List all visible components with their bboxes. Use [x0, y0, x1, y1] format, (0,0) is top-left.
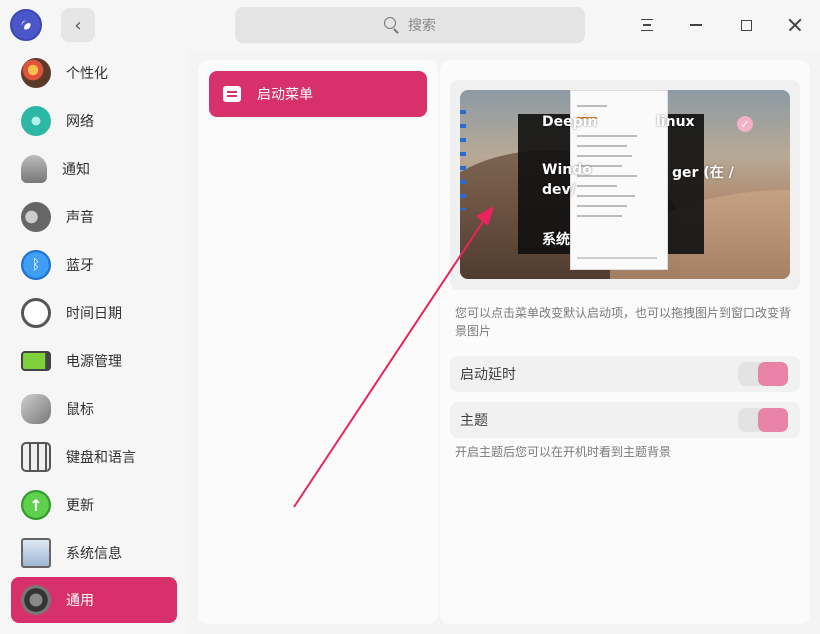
chevron-left-icon: ‹: [74, 14, 82, 36]
boot-entry-deepin[interactable]: Deepin: [542, 114, 597, 130]
sidebar-item-update[interactable]: ↑ 更新: [11, 482, 177, 528]
preview-hint-text: 您可以点击菜单改变默认启动项，也可以拖拽图片到窗口改变背景图片: [455, 306, 792, 338]
close-button[interactable]: [780, 10, 810, 40]
boot-menu-label: 启动菜单: [257, 87, 313, 103]
menu-button[interactable]: [632, 10, 662, 40]
clock-icon: [21, 298, 51, 328]
sidebar-item-label: 通用: [66, 593, 94, 609]
boot-preview-card: Deepin linux Windo ger (在 / dev/ 系统 ✓: [450, 80, 800, 290]
sidebar-item-notification[interactable]: 通知: [11, 146, 177, 192]
sidebar-item-mouse[interactable]: 鼠标: [11, 386, 177, 432]
gear-icon: [21, 585, 51, 615]
boot-delay-toggle[interactable]: [738, 362, 788, 386]
sidebar-item-power[interactable]: 电源管理: [11, 338, 177, 384]
general-submenu-panel: 启动菜单: [198, 60, 438, 624]
bell-icon: [21, 155, 47, 183]
search-icon: [384, 17, 400, 33]
boot-entry-windows[interactable]: Windo: [542, 162, 592, 178]
boot-entry-windows-tail: ger (在 /: [672, 165, 734, 181]
minimize-button[interactable]: [681, 10, 711, 40]
system-info-icon: [21, 538, 51, 568]
update-icon: ↑: [21, 490, 51, 520]
boot-entry-windows-path: dev/: [542, 182, 576, 198]
search-input[interactable]: 搜索: [235, 7, 585, 43]
desktop-dock-strip: [460, 110, 466, 210]
sidebar-item-label: 更新: [66, 498, 94, 514]
back-button[interactable]: ‹: [61, 8, 95, 42]
theme-toggle[interactable]: [738, 408, 788, 432]
boot-delay-label: 启动延时: [460, 367, 516, 383]
boot-menu-icon: [223, 86, 241, 102]
close-icon: [788, 18, 802, 32]
sidebar-item-label: 电源管理: [66, 354, 122, 370]
sidebar: 个性化 网络 通知 声音 ᛒ 蓝牙 时间日期 电源管理 鼠标 键盘和语言 ↑ 更…: [0, 50, 188, 634]
sidebar-item-label: 通知: [62, 162, 90, 178]
sidebar-item-label: 蓝牙: [66, 258, 94, 274]
network-icon: [21, 106, 51, 136]
sidebar-item-label: 个性化: [66, 66, 108, 82]
search-placeholder: 搜索: [408, 18, 436, 34]
sidebar-item-bluetooth[interactable]: ᛒ 蓝牙: [11, 242, 177, 288]
sidebar-item-system-info[interactable]: 系统信息: [11, 530, 177, 576]
sidebar-item-keyboard[interactable]: 键盘和语言: [11, 434, 177, 480]
boot-entry-system[interactable]: 系统: [542, 229, 570, 249]
mouse-icon: [21, 394, 51, 424]
maximize-icon: [740, 19, 752, 31]
sidebar-item-label: 声音: [66, 210, 94, 226]
palette-icon: [21, 58, 51, 88]
sidebar-item-label: 鼠标: [66, 402, 94, 418]
sidebar-item-network[interactable]: 网络: [11, 98, 177, 144]
theme-hint-text: 开启主题后您可以在开机时看到主题背景: [455, 445, 672, 459]
app-logo-icon: [10, 9, 42, 41]
theme-label: 主题: [460, 413, 488, 429]
sidebar-item-sound[interactable]: 声音: [11, 194, 177, 240]
boot-entry-deepin-tail: linux: [656, 114, 695, 130]
sidebar-item-label: 时间日期: [66, 306, 122, 322]
title-bar: ‹ 搜索: [0, 0, 820, 50]
boot-preview-image[interactable]: Deepin linux Windo ger (在 / dev/ 系统 ✓: [460, 90, 790, 279]
sidebar-item-label: 键盘和语言: [66, 450, 136, 466]
toggle-knob: [758, 408, 788, 432]
menu-icon: [641, 19, 653, 31]
sidebar-item-label: 系统信息: [66, 546, 122, 562]
boot-menu-item[interactable]: 启动菜单: [209, 71, 427, 117]
minimize-icon: [690, 24, 702, 26]
sidebar-item-datetime[interactable]: 时间日期: [11, 290, 177, 336]
theme-row: 主题: [450, 402, 800, 438]
keyboard-icon: [21, 442, 51, 472]
battery-icon: [21, 351, 51, 371]
speaker-icon: [21, 202, 51, 232]
boot-menu-settings-panel: Deepin linux Windo ger (在 / dev/ 系统 ✓ 您可…: [440, 60, 810, 624]
boot-delay-row: 启动延时: [450, 356, 800, 392]
maximize-button[interactable]: [731, 10, 761, 40]
sidebar-item-personalization[interactable]: 个性化: [11, 50, 177, 96]
toggle-knob: [758, 362, 788, 386]
selected-check-icon: ✓: [737, 116, 753, 132]
sidebar-item-label: 网络: [66, 114, 94, 130]
sidebar-item-general[interactable]: 通用: [11, 577, 177, 623]
bluetooth-icon: ᛒ: [21, 250, 51, 280]
